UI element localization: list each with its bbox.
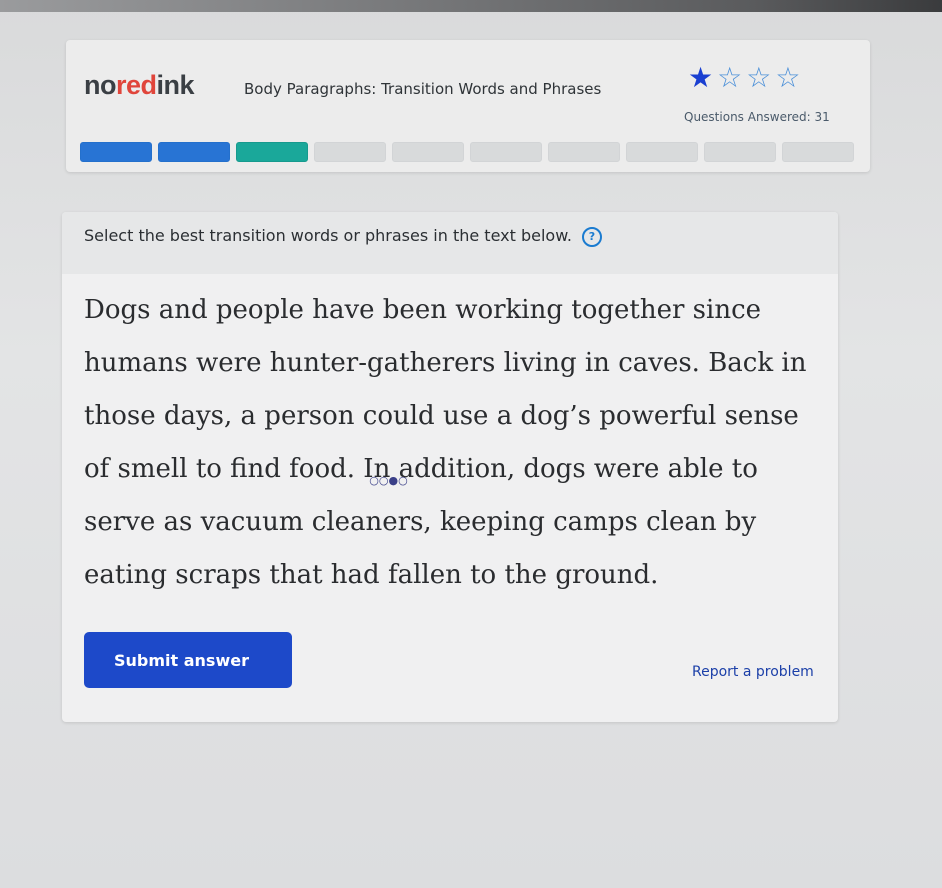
progress-segment-pending [470,142,542,162]
prompt-bar: Select the best transition words or phra… [62,212,838,274]
submit-answer-button[interactable]: Submit answer [84,632,292,688]
report-problem-link[interactable]: Report a problem [692,664,814,680]
progress-segment-pending [548,142,620,162]
logo-part-ink: ink [156,70,195,100]
question-card: Select the best transition words or phra… [62,212,838,722]
prompt-text: Select the best transition words or phra… [84,226,572,245]
progress-segment-complete [236,142,308,162]
progress-bar [80,142,854,162]
questions-answered: Questions Answered: 31 [684,110,830,124]
screen-bezel [0,0,942,12]
lesson-title: Body Paragraphs: Transition Words and Ph… [244,80,602,98]
lesson-header: noredink Body Paragraphs: Transition Wor… [66,40,870,172]
star-filled-icon: ★ [688,61,718,94]
progress-segment-pending [392,142,464,162]
progress-segment-complete [80,142,152,162]
question-prompt: Select the best transition words or phra… [84,226,602,247]
transition-choice-dropdown[interactable]: In addition, ○○●○ [363,443,515,496]
star-empty-icon: ☆ [775,61,805,94]
progress-segment-pending [782,142,854,162]
star-empty-icon: ☆ [746,61,776,94]
progress-segment-pending [314,142,386,162]
progress-segment-pending [626,142,698,162]
star-empty-icon: ☆ [717,61,747,94]
mastery-stars: ★☆☆☆ [688,64,804,92]
logo-part-red: red [116,70,157,100]
passage-text: Dogs and people have been working togeth… [84,284,814,602]
progress-segment-complete [158,142,230,162]
help-icon[interactable]: ? [581,227,602,247]
noredink-logo[interactable]: noredink [84,70,195,101]
choice-position-indicator: ○○●○ [369,474,408,487]
progress-segment-pending [704,142,776,162]
logo-part-no: no [84,70,117,100]
